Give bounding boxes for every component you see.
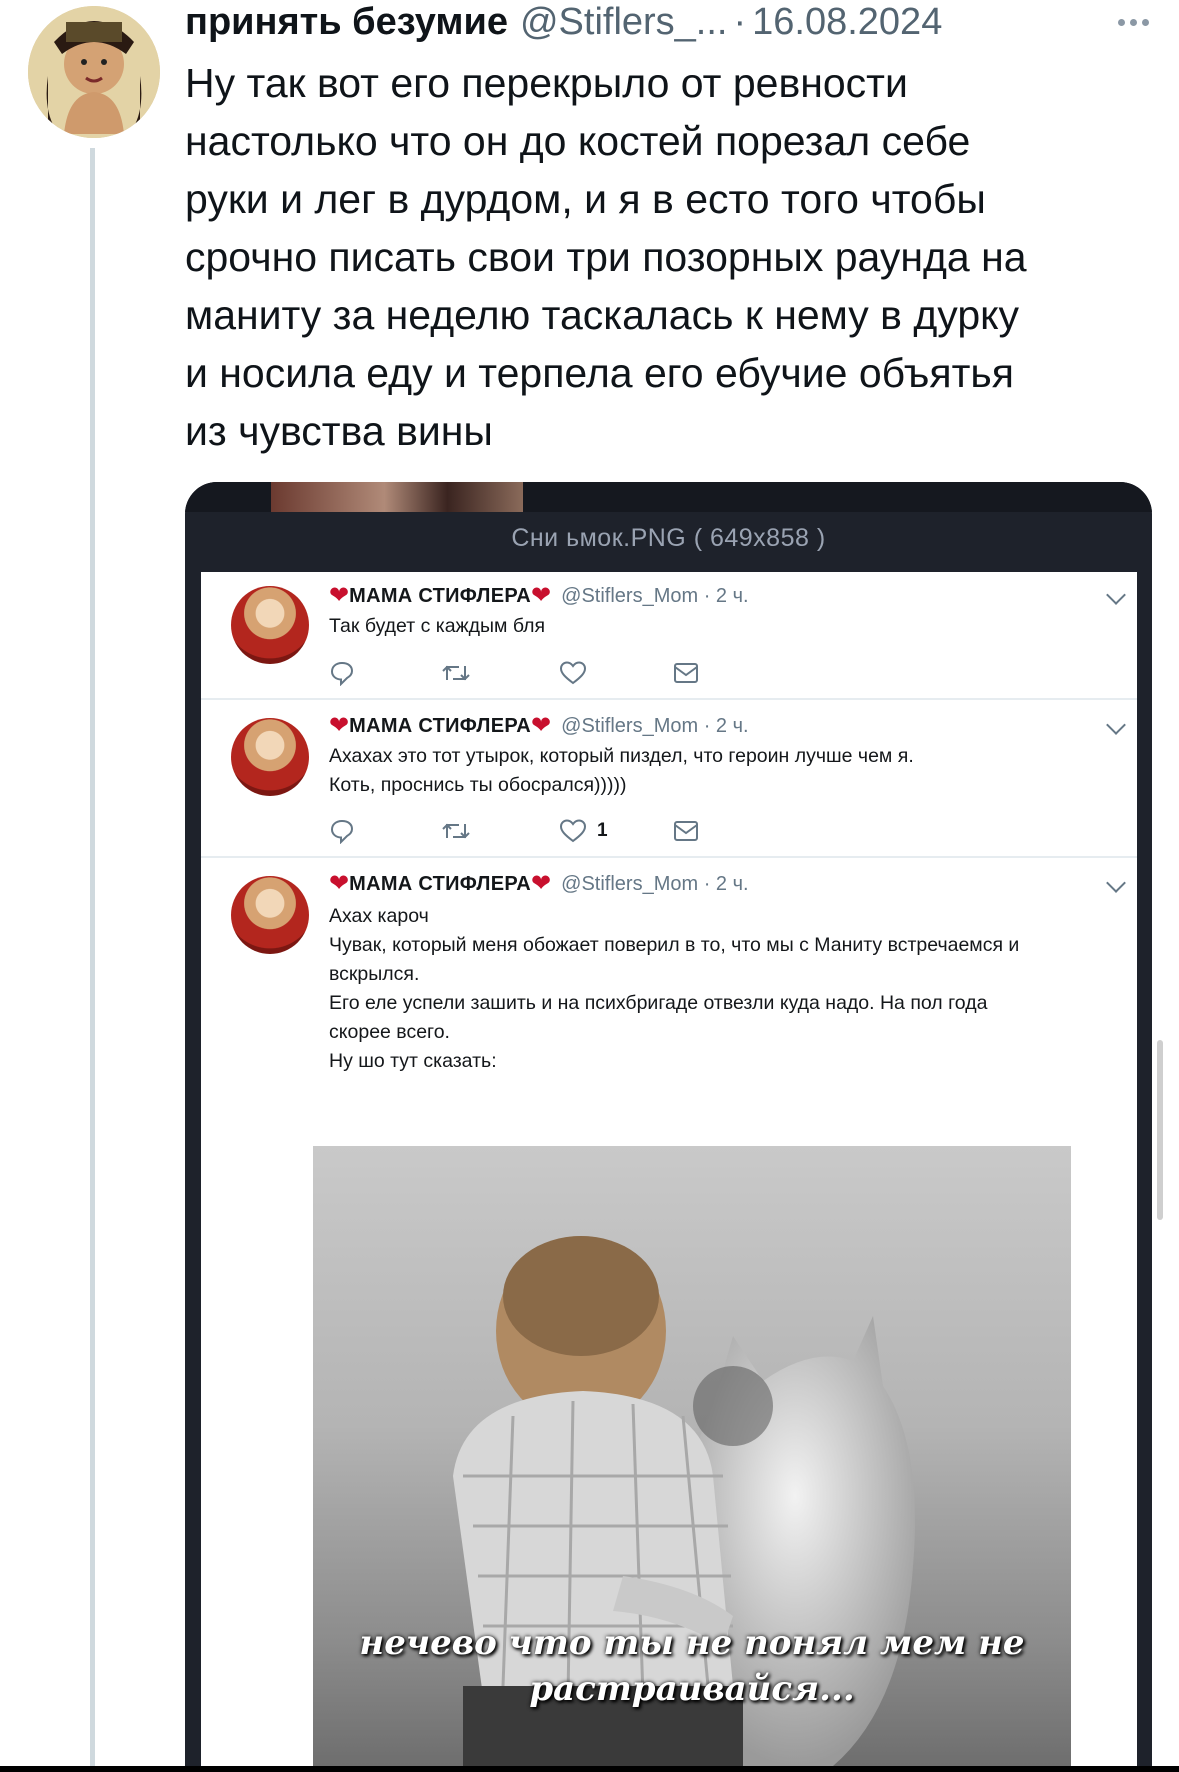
inner-avatar — [231, 718, 309, 796]
inner-tweet-header: ❤ МАМА СТИФЛЕРА ❤ @Stiflers_Mom · 2 ч. — [329, 714, 749, 738]
inner-author-name: МАМА СТИФЛЕРА — [349, 872, 532, 895]
tweet-text: Ну так вот его перекрыло от ревности нас… — [185, 54, 1145, 460]
like-icon: 1 — [559, 814, 608, 848]
meme-caption-line: нечево что ты не понял мем не — [359, 1623, 1025, 1663]
inner-author-meta: @Stiflers_Mom · 2 ч. — [561, 872, 749, 895]
media-top-strip — [185, 482, 1152, 512]
inner-text-line: вскрылся. — [329, 963, 420, 985]
tweet-text-line: и носила еду и терпела его ебучие объять… — [185, 350, 1014, 396]
tweet-header: принять безумие @Stiflers_... · 16.08.20… — [185, 0, 1155, 44]
meme-caption-line: растраивайся... — [529, 1669, 855, 1709]
inner-text-line: Так будет с каждым бля — [329, 615, 546, 637]
file-title: Сни ьмок.PNG ( 649x858 ) — [511, 524, 826, 552]
separator-dot: · — [733, 0, 747, 43]
inner-actions: 1 — [329, 814, 829, 848]
reply-icon — [329, 814, 355, 848]
inner-author-meta: @Stiflers_Mom · 2 ч. — [561, 714, 749, 737]
inner-tweet-text: Ахахах это тот утырок, который пиздел, ч… — [329, 742, 1129, 800]
inner-tweet-header: ❤ МАМА СТИФЛЕРА ❤ @Stiflers_Mom · 2 ч. — [329, 584, 749, 608]
like-count: 1 — [597, 820, 608, 841]
inner-avatar — [231, 586, 309, 664]
tweet-text-line: из чувства вины — [185, 408, 493, 454]
heart-icon: ❤ — [531, 582, 552, 609]
heart-icon: ❤ — [531, 712, 552, 739]
tweet-text-line: маниту за неделю таскалась к нему в дурк… — [185, 292, 1020, 338]
heart-icon: ❤ — [329, 582, 350, 609]
tweet-text-line: руки и лег в дурдом, и я в есто того что… — [185, 176, 986, 222]
inner-author-name: МАМА СТИФЛЕРА — [349, 584, 532, 607]
inner-text-line: Коть, проснись ты обосрался))))) — [329, 774, 627, 796]
more-icon[interactable] — [1111, 2, 1155, 42]
heart-icon: ❤ — [329, 712, 350, 739]
inner-text-line: Его еле успели зашить и на психбригаде о… — [329, 992, 988, 1014]
inner-author-meta: @Stiflers_Mom · 2 ч. — [561, 584, 749, 607]
inner-text-line: Ну шо тут сказать: — [329, 1050, 497, 1072]
meme-caption: нечево что ты не понял мем не растраивай… — [313, 1620, 1071, 1712]
inner-text-line: Чувак, который меня обожает поверил в то… — [329, 934, 1020, 956]
chevron-down-icon — [1106, 715, 1126, 735]
message-icon — [673, 656, 699, 690]
inner-avatar — [231, 876, 309, 954]
inner-tweet-text: Так будет с каждым бля — [329, 612, 1129, 641]
tweet-date[interactable]: 16.08.2024 — [752, 1, 942, 44]
inner-tweet: ❤ МАМА СТИФЛЕРА ❤ @Stiflers_Mom · 2 ч. А… — [201, 700, 1137, 858]
tweet-text-line: Ну так вот его перекрыло от ревности — [185, 60, 908, 106]
heart-icon: ❤ — [531, 870, 552, 897]
retweet-icon — [441, 656, 471, 690]
inner-text-line: Ахахах это тот утырок, который пиздел, ч… — [329, 745, 914, 767]
meme-image: нечево что ты не понял мем не растраивай… — [313, 1146, 1071, 1766]
like-icon — [559, 656, 587, 690]
inner-text-line: Ахах кароч — [329, 905, 429, 927]
chevron-down-icon — [1106, 585, 1126, 605]
inner-tweet: ❤ МАМА СТИФЛЕРА ❤ @Stiflers_Mom · 2 ч. Т… — [201, 572, 1137, 700]
inner-text-line: скорее всего. — [329, 1021, 450, 1043]
inner-actions — [329, 656, 829, 690]
author-handle[interactable]: @Stiflers_... — [520, 1, 728, 44]
author-name[interactable]: принять безумие — [185, 1, 508, 44]
inner-author-name: МАМА СТИФЛЕРА — [349, 714, 532, 737]
chevron-down-icon — [1106, 873, 1126, 893]
scrollbar[interactable] — [1157, 1040, 1163, 1220]
message-icon — [673, 814, 699, 848]
tweet-text-line: настолько что он до костей порезал себе — [185, 118, 971, 164]
tweet-text-line: срочно писать свои три позорных раунда н… — [185, 234, 1027, 280]
reply-icon — [329, 656, 355, 690]
bottom-edge-bar — [0, 1766, 1179, 1772]
heart-icon: ❤ — [329, 870, 350, 897]
author-avatar[interactable] — [28, 6, 160, 138]
inner-tweet-text: Ахах кароч Чувак, который меня обожает п… — [329, 902, 1129, 1076]
inner-tweet-header: ❤ МАМА СТИФЛЕРА ❤ @Stiflers_Mom · 2 ч. — [329, 872, 749, 896]
retweet-icon — [441, 814, 471, 848]
previous-image-peek — [271, 482, 523, 512]
thread-line — [90, 148, 95, 1772]
